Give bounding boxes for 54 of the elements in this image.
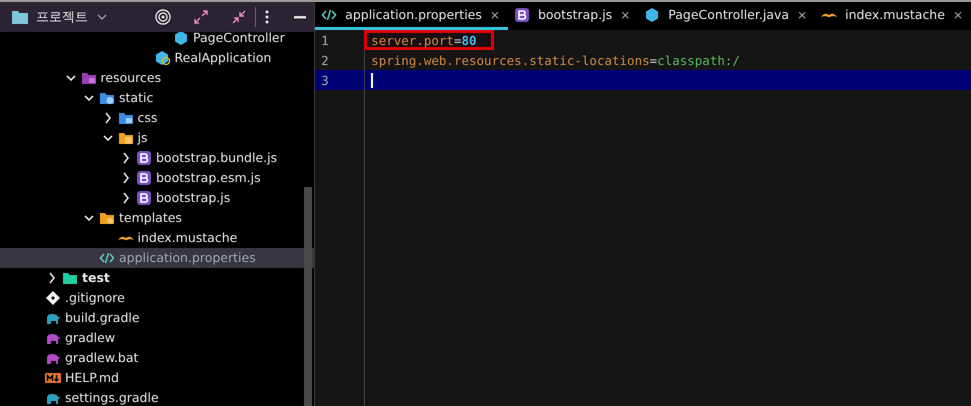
tree-item[interactable]: resources: [0, 68, 314, 88]
b-letter-icon: [136, 170, 152, 186]
tree-item[interactable]: PageController: [0, 32, 314, 48]
tree-item[interactable]: build.gradle: [0, 308, 314, 328]
line-number: 3: [315, 70, 366, 90]
b-letter-icon: [514, 6, 530, 22]
close-icon[interactable]: ×: [490, 8, 500, 22]
folder-icon: [62, 270, 78, 286]
expand-icon[interactable]: [193, 9, 210, 25]
folder-icon: [118, 130, 134, 146]
b-letter-icon: [136, 150, 152, 166]
tree-item[interactable]: application.properties: [0, 248, 314, 268]
tree-item[interactable]: bootstrap.js: [0, 188, 314, 208]
tree-item[interactable]: bootstrap.esm.js: [0, 168, 314, 188]
tree-item[interactable]: bootstrap.bundle.js: [0, 148, 314, 168]
code-line: spring.web.resources.static-locations=classpath:/: [370, 52, 741, 70]
tree-item[interactable]: css: [0, 108, 314, 128]
editor-tab[interactable]: index.mustache ×: [815, 2, 971, 30]
diamond-icon: [45, 290, 61, 306]
markdown-icon: [45, 370, 61, 386]
folder-icon: [12, 10, 28, 24]
tree-item[interactable]: index.mustache: [0, 228, 314, 248]
close-icon[interactable]: ×: [620, 8, 630, 22]
editor-tab[interactable]: PageController.java ×: [638, 2, 816, 30]
folder-icon: [118, 110, 134, 126]
close-icon[interactable]: ×: [952, 8, 963, 22]
mustache-icon: [118, 235, 134, 241]
cube-icon: [644, 6, 660, 22]
panel-title[interactable]: 프로젝트: [36, 8, 88, 26]
tree-item[interactable]: gradlew: [0, 328, 314, 348]
close-icon[interactable]: ×: [797, 8, 808, 22]
tree-item[interactable]: gradlew.bat: [0, 348, 314, 368]
editor-tab[interactable]: bootstrap.js ×: [508, 2, 638, 30]
b-letter-icon: [136, 190, 152, 206]
folder-icon: [80, 70, 96, 86]
tree-item[interactable]: test: [0, 268, 314, 288]
tree-item[interactable]: static: [0, 88, 314, 108]
text-cursor: [371, 72, 374, 88]
folder-icon: [99, 210, 115, 226]
tree-item[interactable]: RealApplication: [0, 48, 314, 68]
tree-item[interactable]: templates: [0, 208, 314, 228]
scrollbar[interactable]: [304, 187, 312, 406]
tree-item[interactable]: js: [0, 128, 314, 148]
mustache-icon: [821, 12, 838, 18]
minimize-icon[interactable]: [294, 15, 306, 19]
tree-item[interactable]: HELP.md: [0, 368, 314, 388]
cube-icon: [154, 50, 170, 66]
more-icon[interactable]: [264, 9, 270, 25]
folder-icon: [99, 90, 115, 106]
target-icon[interactable]: [155, 9, 172, 25]
code-icon: [99, 250, 115, 266]
collapse-icon[interactable]: [231, 9, 248, 25]
tree-item[interactable]: .gitignore: [0, 288, 314, 308]
tree-item[interactable]: settings.gradle: [0, 388, 314, 406]
